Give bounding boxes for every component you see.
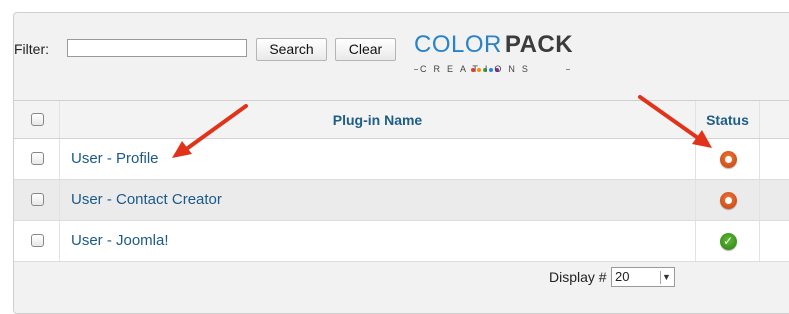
plugin-name-link[interactable]: User - Profile <box>71 150 159 167</box>
row-status-cell: ✓ <box>696 221 760 261</box>
display-count-value: 20 <box>615 269 630 284</box>
filter-input[interactable] <box>67 39 247 57</box>
row-checkbox[interactable] <box>31 152 44 165</box>
status-disabled-icon[interactable] <box>719 192 737 209</box>
colorpack-logo: COLOR PACK CREATIONS <box>414 30 574 78</box>
row-name-cell: User - Contact Creator <box>60 180 696 220</box>
logo-word-pack: PACK <box>504 31 574 58</box>
header-check-cell <box>14 101 60 138</box>
logo-subtitle: CREATIONS <box>420 64 535 74</box>
plugin-name-link[interactable]: User - Joomla! <box>71 232 169 249</box>
logo-word-color: COLOR <box>414 31 502 58</box>
row-name-cell: User - Profile <box>60 139 696 179</box>
filter-label: Filter: <box>14 41 49 57</box>
display-count-label: Display # <box>549 269 607 285</box>
table-row: User - Joomla! ✓ <box>14 221 789 262</box>
table-row: User - Profile <box>14 139 789 180</box>
column-header-plugin-name[interactable]: Plug-in Name <box>60 112 695 128</box>
header-extra-cell <box>760 101 789 138</box>
row-extra-cell <box>760 139 789 179</box>
row-check-cell <box>14 221 60 261</box>
search-button[interactable]: Search <box>256 38 327 61</box>
display-count-select[interactable]: 20 ▼ <box>611 267 675 287</box>
row-check-cell <box>14 180 60 220</box>
chevron-down-icon[interactable]: ▼ <box>660 271 672 284</box>
header-status-cell: Status <box>696 101 760 138</box>
plugin-name-link[interactable]: User - Contact Creator <box>71 191 222 208</box>
row-extra-cell <box>760 221 789 261</box>
plugin-table: Plug-in Name Status User - Profile User … <box>14 100 789 262</box>
table-footer: Display # 20 ▼ <box>14 258 789 302</box>
row-extra-cell <box>760 180 789 220</box>
logo-rule-left <box>414 69 418 70</box>
header-name-cell: Plug-in Name <box>60 101 696 138</box>
table-header-row: Plug-in Name Status <box>14 101 789 139</box>
column-header-status[interactable]: Status <box>696 112 759 128</box>
row-name-cell: User - Joomla! <box>60 221 696 261</box>
status-enabled-check-icon[interactable]: ✓ <box>719 233 737 250</box>
row-checkbox[interactable] <box>31 193 44 206</box>
logo-rule-right <box>566 69 570 70</box>
clear-button[interactable]: Clear <box>335 38 396 61</box>
status-disabled-icon[interactable] <box>719 151 737 168</box>
select-all-checkbox[interactable] <box>31 112 44 126</box>
table-row: User - Contact Creator <box>14 180 789 221</box>
row-checkbox[interactable] <box>31 234 44 247</box>
row-status-cell <box>696 180 760 220</box>
row-check-cell <box>14 139 60 179</box>
row-status-cell <box>696 139 760 179</box>
